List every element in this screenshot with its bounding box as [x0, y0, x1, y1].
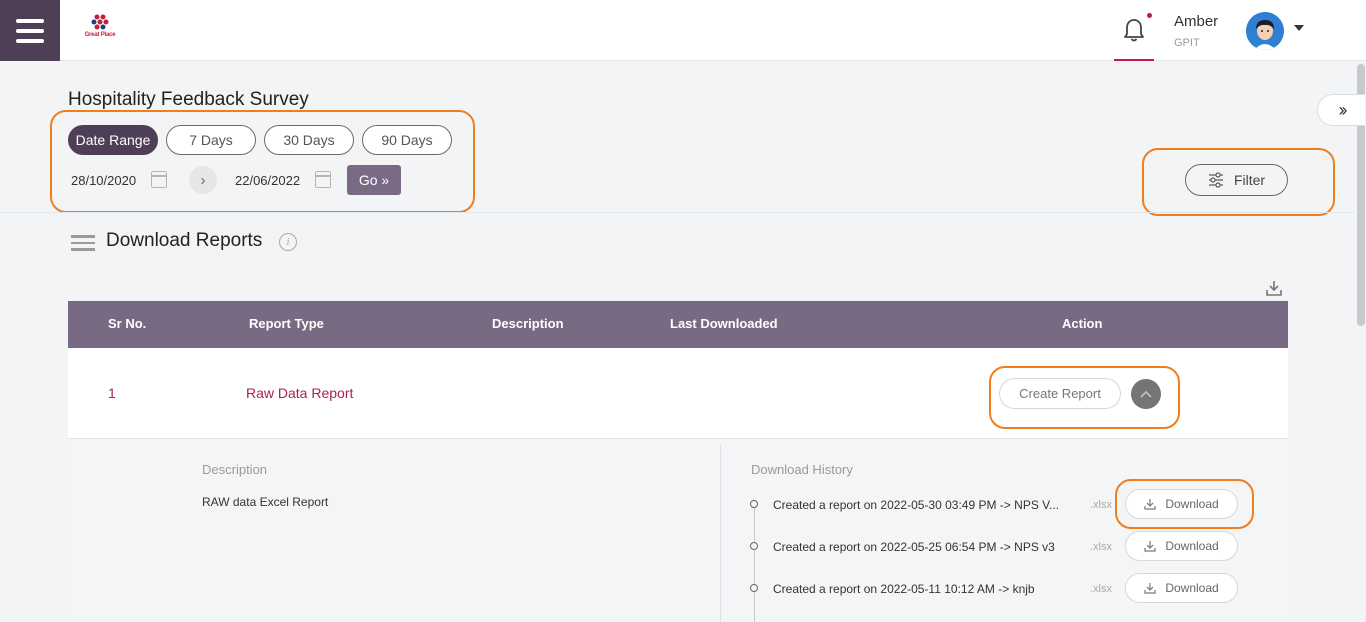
logo-mark-icon	[91, 14, 109, 30]
download-label: Download	[1165, 539, 1219, 553]
history-item-text: Created a report on 2022-05-25 06:54 PM …	[773, 540, 1055, 554]
start-date-input[interactable]: 28/10/2020	[71, 173, 136, 188]
chip-90-days[interactable]: 90 Days	[362, 125, 452, 155]
menu-line	[16, 28, 44, 33]
report-details-panel: Description RAW data Excel Report Downlo…	[68, 440, 1288, 622]
table-row: 1 Raw Data Report Create Report	[68, 348, 1288, 439]
timeline-dot	[750, 500, 758, 508]
history-item-text: Created a report on 2022-05-11 10:12 AM …	[773, 582, 1035, 596]
date-arrow-button[interactable]: ›	[189, 166, 217, 194]
user-avatar[interactable]	[1246, 12, 1284, 50]
history-item-extension: .xlsx	[1090, 541, 1112, 553]
history-item-extension: .xlsx	[1090, 499, 1112, 511]
bell-icon	[1124, 18, 1144, 41]
top-bar: Great Place Amber GPIT	[0, 0, 1366, 61]
download-icon	[1144, 499, 1156, 510]
calendar-icon[interactable]	[315, 171, 331, 188]
row-report-type[interactable]: Raw Data Report	[246, 385, 353, 401]
section-title: Download Reports	[106, 230, 263, 251]
download-button[interactable]: Download	[1125, 573, 1238, 603]
download-button[interactable]: Download	[1125, 531, 1238, 561]
page-title: Hospitality Feedback Survey	[68, 89, 309, 110]
column-header-last-downloaded: Last Downloaded	[670, 316, 778, 331]
filter-label: Filter	[1233, 172, 1266, 188]
hamburger-menu-button[interactable]	[0, 0, 60, 61]
chip-7-days[interactable]: 7 Days	[166, 125, 256, 155]
description-label: Description	[202, 462, 268, 477]
collapse-row-button[interactable]	[1131, 379, 1161, 409]
logo-text: Great Place	[84, 32, 116, 38]
go-button[interactable]: Go »	[347, 165, 401, 195]
download-icon	[1144, 541, 1156, 552]
description-text: RAW data Excel Report	[202, 495, 329, 509]
details-divider	[720, 444, 721, 622]
chevron-up-icon	[1140, 390, 1152, 398]
timeline-dot	[750, 584, 758, 592]
info-icon[interactable]: i	[279, 233, 297, 251]
timeline-dot	[750, 542, 758, 550]
user-name[interactable]: Amber	[1174, 13, 1218, 30]
menu-line	[16, 38, 44, 43]
column-header-description: Description	[492, 316, 564, 331]
history-item-extension: .xlsx	[1090, 583, 1112, 595]
user-organization: GPIT	[1174, 37, 1200, 49]
sliders-icon	[1208, 172, 1223, 188]
table-header: Sr No. Report Type Description Last Down…	[68, 301, 1288, 348]
download-label: Download	[1165, 497, 1219, 511]
download-button[interactable]: Download	[1125, 489, 1238, 519]
column-header-report-type: Report Type	[249, 316, 324, 331]
calendar-icon[interactable]	[151, 171, 167, 188]
download-icon[interactable]	[1265, 279, 1283, 297]
chip-date-range[interactable]: Date Range	[68, 125, 158, 155]
row-sr-no: 1	[108, 385, 116, 401]
history-item-text: Created a report on 2022-05-30 03:49 PM …	[773, 498, 1060, 512]
section-divider	[0, 212, 1355, 213]
company-logo[interactable]: Great Place	[80, 12, 120, 46]
column-header-sr-no: Sr No.	[108, 316, 147, 331]
side-panel-toggle[interactable]: ››	[1317, 94, 1365, 126]
timeline-line	[754, 507, 755, 622]
end-date-input[interactable]: 22/06/2022	[235, 173, 300, 188]
caret-down-icon[interactable]	[1294, 25, 1304, 31]
create-report-button[interactable]: Create Report	[999, 378, 1121, 409]
notification-button[interactable]	[1114, 0, 1154, 61]
avatar-face-icon	[1246, 12, 1284, 50]
notification-dot	[1147, 13, 1152, 18]
column-header-action: Action	[1062, 316, 1103, 331]
menu-line	[16, 18, 44, 23]
filter-button[interactable]: Filter	[1185, 164, 1288, 196]
download-label: Download	[1165, 581, 1219, 595]
download-icon	[1144, 583, 1156, 594]
download-history-label: Download History	[751, 462, 853, 477]
chip-30-days[interactable]: 30 Days	[264, 125, 354, 155]
list-icon	[71, 235, 95, 251]
